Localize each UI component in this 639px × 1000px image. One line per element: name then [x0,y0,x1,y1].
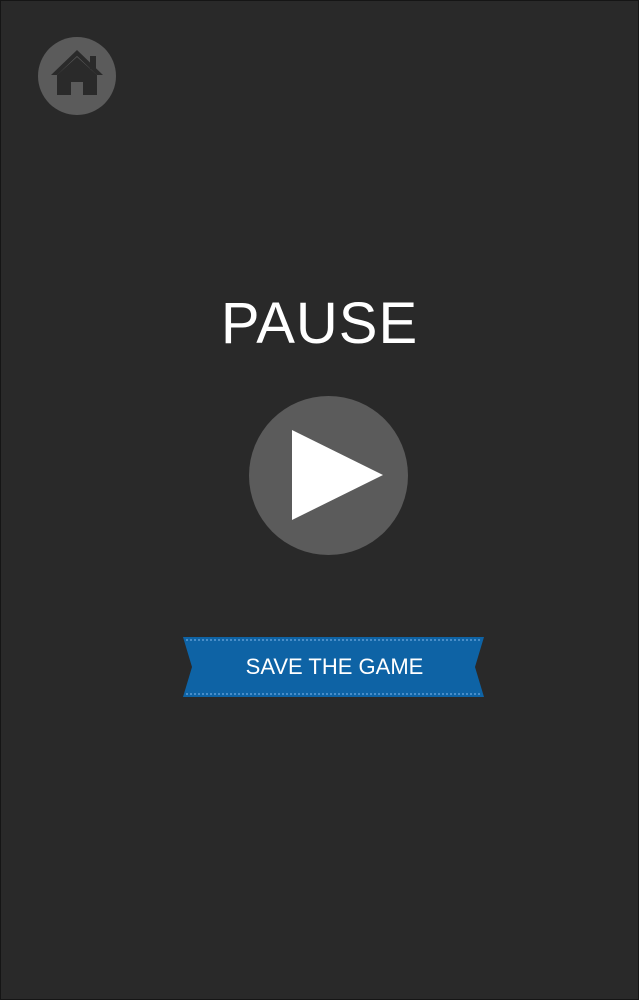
play-icon [292,430,383,520]
save-game-label: SAVE THE GAME [245,654,424,679]
home-icon [51,50,103,95]
pause-screen: PAUSE SAVE THE GAME [0,0,639,1000]
resume-play-button[interactable] [249,396,408,555]
pause-title: PAUSE [220,291,419,356]
home-button[interactable] [38,37,116,115]
save-game-button[interactable]: SAVE THE GAME [183,637,484,697]
